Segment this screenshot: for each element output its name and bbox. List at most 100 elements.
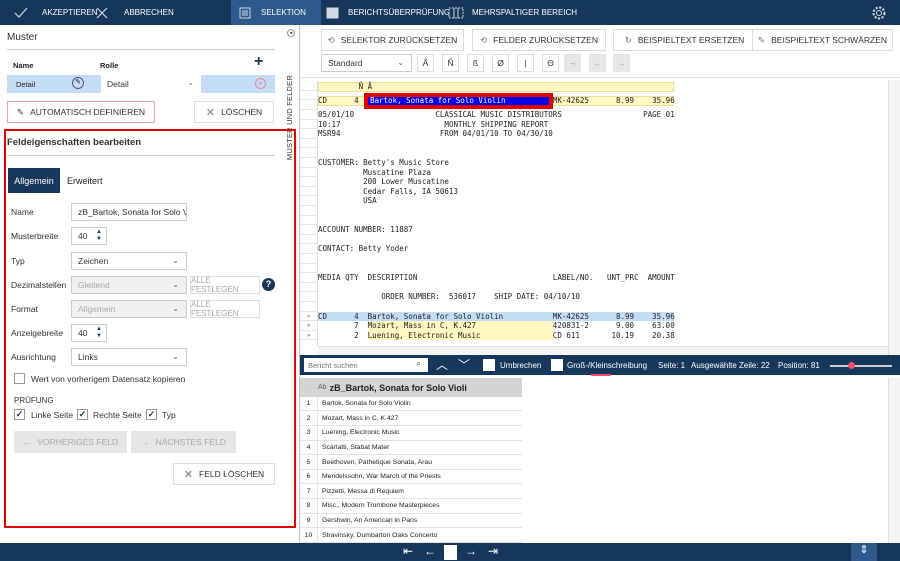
zoom-slider[interactable] [830, 362, 892, 369]
row-gutter[interactable] [300, 282, 318, 293]
row-gutter[interactable] [300, 234, 318, 245]
arrow-left-button[interactable]: ← [589, 54, 606, 72]
row-number: 4 [300, 440, 318, 455]
wrap-label: Umbrechen [500, 361, 542, 370]
redact-sample-button[interactable]: ✎ BEISPIELTEXT SCHWÄRZEN [752, 29, 893, 51]
search-icon[interactable]: ⌕ [416, 358, 421, 369]
chevron-down-icon[interactable]: ﹀ [458, 356, 470, 373]
redact-icon: ✎ [758, 34, 766, 45]
insert-char-button[interactable]: Ñ [442, 54, 459, 72]
row-gutter[interactable] [300, 186, 318, 197]
muster-title: Muster [7, 32, 38, 43]
wand-icon: ✎ [16, 106, 25, 117]
split-view-icon[interactable]: ⇕ [851, 543, 877, 561]
row-gutter[interactable] [300, 196, 318, 206]
insert-char-button[interactable]: Å [417, 54, 434, 72]
tab-selection[interactable]: SELEKTION [231, 0, 321, 25]
row-gutter[interactable] [300, 158, 318, 168]
case-label: Groß-/Kleinschreibung [567, 361, 648, 370]
insert-char-button[interactable]: Θ [542, 54, 559, 72]
page-input[interactable] [444, 545, 457, 560]
report-search-input[interactable] [304, 358, 428, 372]
row-gutter[interactable] [300, 177, 318, 187]
pattern-row[interactable]: Detail ✎ Detail ⌄ × [7, 75, 275, 93]
grid-scrollbar[interactable] [888, 378, 900, 543]
grid-cell: Luening, Electronic Music [322, 429, 400, 437]
first-page-icon[interactable]: ⇤ [403, 544, 413, 558]
settings-button[interactable] [871, 0, 887, 25]
grid-row[interactable]: 4 Scarlatti, Stabat Mater [300, 440, 522, 456]
row-gutter[interactable]: » [300, 330, 318, 341]
row-gutter[interactable] [300, 340, 318, 346]
add-pattern-button[interactable]: + [254, 53, 263, 71]
remove-icon[interactable]: × [255, 78, 266, 89]
row-gutter[interactable] [300, 129, 318, 139]
insert-char-button[interactable]: | [517, 54, 534, 72]
reset-selector-button[interactable]: ⟲ SELEKTOR ZURÜCKSETZEN [321, 29, 464, 51]
row-gutter[interactable]: » [300, 321, 318, 331]
tab-report-check[interactable]: BERICHTSÜBERPRÜFUNG [326, 0, 450, 25]
role-select[interactable]: Detail ⌄ [101, 75, 201, 93]
row-gutter[interactable] [300, 110, 318, 120]
grid-row[interactable]: 7 Pizzetti, Messa di Requiem [300, 484, 522, 499]
not-sign-button[interactable]: ¬ [564, 54, 581, 72]
selected-field[interactable]: Bartok, Sonata for Solo Violin [364, 93, 553, 109]
row-gutter[interactable] [300, 167, 318, 178]
report-icon [326, 7, 339, 18]
close-icon [96, 7, 108, 18]
grid-row[interactable]: 3 Luening, Electronic Music [300, 426, 522, 441]
row-gutter[interactable] [300, 292, 318, 302]
collapse-icon[interactable]: ◂ [287, 29, 295, 37]
row-gutter[interactable] [300, 90, 318, 101]
row-gutter[interactable] [300, 206, 318, 216]
insert-char-button[interactable]: Ø [492, 54, 509, 72]
reset-fields-button[interactable]: ⟲ FELDER ZURÜCKSETZEN [472, 29, 606, 51]
row-gutter[interactable] [300, 254, 318, 264]
accept-button[interactable]: AKZEPTIEREN [14, 0, 98, 25]
grid-row[interactable]: 10 Stravinsky, Dumbarton Oaks Concerto [300, 528, 522, 543]
chevron-up-icon[interactable]: ︿ [436, 356, 448, 373]
grid-row[interactable]: 5 Beethoven, Pathetique Sonata, Arau [300, 455, 522, 470]
report-vertical-scrollbar[interactable] [888, 80, 900, 355]
report-line: 7 Mozart, Mass in C, K.427 420831-2 9.00… [318, 321, 675, 331]
font-select[interactable]: Standard ⌄ [321, 54, 412, 72]
insert-char-button[interactable]: ß [467, 54, 484, 72]
next-page-icon[interactable]: → [465, 544, 477, 558]
wrap-checkbox[interactable] [483, 359, 495, 371]
row-gutter[interactable] [300, 244, 318, 254]
replace-sample-button[interactable]: ↻ BEISPIELTEXT ERSETZEN [613, 29, 756, 51]
tab-multicolumn[interactable]: MEHRSPALTIGER BEREICH [448, 0, 577, 25]
row-gutter[interactable] [300, 148, 318, 158]
grid-header[interactable]: Ab zB_Bartok, Sonata for Solo Violi [300, 378, 522, 397]
report-horizontal-scrollbar[interactable] [318, 346, 888, 355]
row-gutter[interactable] [300, 225, 318, 235]
grid-row[interactable]: 2 Mozart, Mass in C, K.427 [300, 411, 522, 426]
row-gutter[interactable] [300, 263, 318, 274]
grid-row[interactable]: 6 Mendelssohn, War March of the Priests [300, 470, 522, 485]
row-gutter[interactable]: » [300, 311, 318, 322]
cancel-button[interactable]: ABBRECHEN [96, 0, 174, 25]
last-page-icon[interactable]: ⇥ [488, 544, 498, 558]
row-gutter[interactable] [300, 100, 318, 110]
row-gutter[interactable] [300, 215, 318, 226]
auto-define-button[interactable]: ✎ AUTOMATISCH DEFINIEREN [7, 101, 155, 123]
report-line: 200 Lower Muscatine [318, 177, 449, 187]
row-gutter[interactable] [300, 81, 318, 91]
delete-pattern-button[interactable]: ✕ LÖSCHEN [194, 101, 274, 123]
row-gutter[interactable] [300, 302, 318, 312]
grid-row[interactable]: 9 Gershwin, An American in Paris [300, 513, 522, 529]
report-viewer[interactable]: Ñ Ã CD 4 Bartok, Sonata for Solo Violin … [300, 80, 888, 346]
reset-icon: ⟲ [327, 34, 335, 45]
row-gutter[interactable] [300, 273, 318, 283]
edit-icon[interactable]: ✎ [72, 77, 84, 89]
prev-page-icon[interactable]: ← [424, 544, 436, 558]
row-gutter[interactable] [300, 138, 318, 149]
case-checkbox[interactable] [551, 359, 563, 371]
zoom-slider-handle[interactable] [848, 362, 855, 369]
row-number: 9 [300, 513, 318, 528]
grid-row[interactable]: 8 Misc., Modern Trombone Masterpieces [300, 499, 522, 514]
arrow-right-button[interactable]: → [613, 54, 630, 72]
grid-row[interactable]: 1 Bartok, Sonata for Solo Violin [300, 397, 522, 412]
row-gutter[interactable] [300, 119, 318, 130]
row-number: 8 [300, 499, 318, 513]
